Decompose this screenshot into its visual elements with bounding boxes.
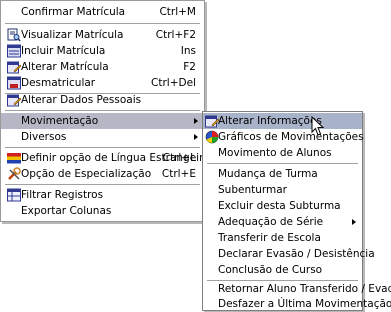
menu-item-label: Desfazer a Última Movimentação: [218, 298, 391, 310]
menu-item-movimentacao[interactable]: Movimentação: [1, 113, 204, 129]
menu-item-label: Subenturmar: [218, 184, 287, 196]
submenu-item-retornar-aluno[interactable]: Retornar Aluno Transferido / Evadido: [203, 281, 391, 297]
submenu-arrow-icon: [352, 219, 356, 225]
menu-item-label: Retornar Aluno Transferido / Evadido: [218, 283, 391, 295]
menu-item-label: Adequação de Série: [218, 216, 324, 228]
menu-item-visualizar-matricula[interactable]: Visualizar Matrícula Ctrl+F2: [1, 27, 204, 43]
menu-item-label: Transferir de Escola: [218, 232, 321, 244]
menu-item-label: Excluir desta Subturma: [218, 200, 341, 212]
mouse-pointer-icon: [311, 116, 325, 136]
add-document-icon: [7, 44, 21, 58]
menu-item-shortcut: Ctrl+E: [161, 168, 196, 180]
menu-item-label: Visualizar Matrícula: [21, 29, 124, 41]
menu-item-exportar-colunas[interactable]: Exportar Colunas: [1, 203, 204, 219]
submenu-item-graficos[interactable]: Gráficos de Movimentações: [203, 129, 364, 145]
edit-person-icon: [7, 94, 21, 107]
menu-item-shortcut: Ctrl+Del: [151, 77, 196, 89]
menu-item-label: Alterar Matrícula: [21, 61, 109, 73]
menu-item-label: Declarar Evasão / Desistência: [218, 248, 375, 260]
menu-item-label: Desmatricular: [21, 77, 96, 89]
menu-item-shortcut: Ins: [180, 45, 196, 57]
menu-item-label: Alterar Informações: [218, 115, 322, 127]
menu-item-label: Filtrar Registros: [21, 189, 104, 201]
menu-item-lingua-estrangeira[interactable]: Definir opção de Língua Estrangeira Ctrl…: [1, 150, 210, 166]
menu-item-alterar-matricula[interactable]: Alterar Matrícula F2: [1, 59, 204, 75]
menu-item-shortcut: Ctrl+F2: [155, 29, 196, 41]
submenu-arrow-icon: [194, 118, 198, 124]
menu-item-desmatricular[interactable]: Desmatricular Ctrl+Del: [1, 75, 204, 91]
menu-item-label: Exportar Colunas: [21, 205, 112, 217]
menu-item-incluir-matricula[interactable]: Incluir Matrícula Ins: [1, 43, 204, 59]
menu-separator: [5, 23, 200, 24]
menu-item-label: Diversos: [21, 131, 67, 143]
menu-separator: [5, 147, 200, 148]
submenu-item-subenturmar[interactable]: Subenturmar: [203, 182, 362, 198]
context-menu: Confirmar Matrícula Ctrl+M Visualizar Ma…: [0, 0, 210, 222]
menu-item-filtrar-registros[interactable]: Filtrar Registros: [1, 187, 204, 203]
menu-item-label: Incluir Matrícula: [21, 45, 106, 57]
submenu-arrow-icon: [194, 134, 198, 140]
tools-icon: [8, 167, 21, 180]
menu-item-diversos[interactable]: Diversos: [1, 129, 204, 145]
submenu-item-mudanca-turma[interactable]: Mudança de Turma: [203, 166, 362, 182]
view-document-icon: [7, 28, 21, 42]
menu-item-label: Movimento de Alunos: [218, 147, 332, 159]
submenu-item-alterar-informacoes[interactable]: Alterar Informações: [203, 113, 362, 129]
submenu-item-desfazer-movimentacao[interactable]: Desfazer a Última Movimentação: [203, 296, 391, 312]
submenu-item-transferir-escola[interactable]: Transferir de Escola: [203, 230, 362, 246]
menu-item-shortcut: Ctrl+M: [159, 6, 196, 18]
menu-item-label: Movimentação: [21, 115, 99, 127]
edit-document-icon: [7, 61, 21, 74]
menu-item-label: Conclusão de Curso: [218, 264, 323, 276]
submenu-item-excluir-subturma[interactable]: Excluir desta Subturma: [203, 198, 362, 214]
menu-item-label: Gráficos de Movimentações: [218, 131, 364, 143]
menu-item-label: Alterar Dados Pessoais: [21, 94, 142, 106]
menu-item-confirmar-matricula[interactable]: Confirmar Matrícula Ctrl+M: [1, 4, 204, 20]
menu-item-label: Confirmar Matrícula: [21, 6, 126, 18]
menu-item-label: Opção de Especialização: [21, 168, 152, 180]
flag-icon: [7, 153, 21, 164]
menu-separator: [5, 184, 200, 185]
submenu-item-conclusao-curso[interactable]: Conclusão de Curso: [203, 262, 362, 278]
pie-chart-icon: [205, 130, 219, 144]
remove-document-icon: [7, 76, 21, 90]
menu-item-alterar-dados-pessoais[interactable]: Alterar Dados Pessoais: [1, 92, 204, 108]
menu-item-shortcut: F2: [183, 61, 196, 73]
menu-item-opcao-especializacao[interactable]: Opção de Especialização Ctrl+E: [1, 166, 204, 182]
menu-separator: [207, 163, 358, 164]
menu-separator: [5, 110, 200, 111]
submenu-movimentacao: Alterar Informações Gráficos de Moviment…: [202, 111, 391, 312]
submenu-item-declarar-evasao[interactable]: Declarar Evasão / Desistência: [203, 246, 375, 262]
edit-document-icon: [205, 115, 219, 128]
filter-icon: [7, 188, 21, 202]
submenu-item-movimento-alunos[interactable]: Movimento de Alunos: [203, 145, 362, 161]
menu-item-label: Mudança de Turma: [218, 168, 318, 180]
submenu-item-adequacao-serie[interactable]: Adequação de Série: [203, 214, 362, 230]
menu-item-shortcut: Ctrl+L: [162, 152, 196, 164]
